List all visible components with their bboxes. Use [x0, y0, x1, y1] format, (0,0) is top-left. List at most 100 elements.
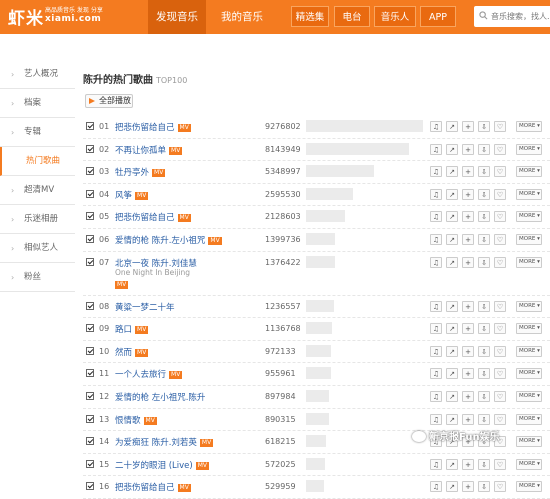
song-title-text[interactable]: 爱情的枪 左小祖咒.陈升	[115, 393, 205, 403]
download-icon[interactable]: ⇩	[478, 121, 490, 132]
song-title[interactable]: 不再让你孤单 MV	[115, 144, 183, 156]
download-icon[interactable]: ⇩	[478, 256, 490, 268]
share-icon[interactable]: ↗	[446, 166, 458, 178]
download-icon[interactable]: ⇩	[478, 368, 490, 380]
more-button[interactable]: MORE ▾	[516, 256, 542, 268]
share-icon[interactable]: ↗	[446, 256, 458, 268]
add-icon[interactable]: +	[462, 413, 474, 425]
mv-badge[interactable]: MV	[152, 169, 166, 178]
song-checkbox[interactable]	[86, 257, 94, 266]
sidebar-item[interactable]: › 档案	[0, 89, 75, 118]
song-checkbox[interactable]	[86, 437, 94, 446]
song-title-text[interactable]: 把悲伤留给自己	[115, 483, 175, 493]
song-checkbox[interactable]	[86, 212, 94, 221]
add-icon[interactable]: +	[462, 143, 474, 155]
sidebar-item[interactable]: ›热门歌曲	[0, 147, 75, 176]
more-button[interactable]: MORE ▾	[516, 345, 542, 357]
add-icon[interactable]: +	[462, 300, 474, 312]
headphone-icon[interactable]: ♫	[430, 458, 442, 470]
more-button[interactable]: MORE ▾	[516, 300, 542, 312]
song-title[interactable]: 把悲伤留给自己 MV	[115, 481, 191, 493]
headphone-icon[interactable]: ♫	[430, 413, 442, 425]
download-icon[interactable]: ⇩	[478, 166, 490, 178]
nav-app[interactable]: APP	[420, 6, 456, 27]
download-icon[interactable]: ⇩	[478, 413, 490, 425]
mv-badge[interactable]: MV	[177, 124, 191, 132]
more-button[interactable]: MORE ▾	[516, 481, 542, 493]
headphone-icon[interactable]: ♫	[430, 368, 442, 380]
song-title[interactable]: 恨情歌 MV	[115, 414, 157, 426]
song-checkbox[interactable]	[86, 369, 94, 378]
song-title[interactable]: 然而 MV	[115, 346, 149, 358]
download-icon[interactable]: ⇩	[478, 323, 490, 335]
song-title[interactable]: 牡丹亭外 MV	[115, 166, 166, 178]
collect-icon[interactable]: ♡	[494, 458, 506, 470]
headphone-icon[interactable]: ♫	[430, 188, 442, 200]
mv-badge[interactable]: MV	[135, 326, 149, 335]
share-icon[interactable]: ↗	[446, 300, 458, 312]
share-icon[interactable]: ↗	[446, 323, 458, 335]
nav-radio[interactable]: 电台	[334, 6, 370, 27]
add-icon[interactable]: +	[462, 188, 474, 200]
more-button[interactable]: MORE ▾	[516, 390, 542, 402]
song-checkbox[interactable]	[86, 301, 94, 310]
download-icon[interactable]: ⇩	[478, 233, 490, 245]
collect-icon[interactable]: ♡	[494, 481, 506, 493]
song-checkbox[interactable]	[86, 346, 94, 355]
song-title[interactable]: 二十岁的眼泪 (Live) MV	[115, 459, 209, 471]
collect-icon[interactable]: ♡	[494, 166, 506, 178]
song-title-text[interactable]: 把悲伤留给自己	[115, 213, 175, 223]
add-icon[interactable]: +	[462, 233, 474, 245]
mv-badge[interactable]: MV	[135, 348, 149, 357]
collect-icon[interactable]: ♡	[494, 323, 506, 335]
collect-icon[interactable]: ♡	[494, 413, 506, 425]
song-checkbox[interactable]	[86, 459, 94, 468]
song-title-text[interactable]: 把悲伤留给自己	[115, 123, 175, 133]
share-icon[interactable]: ↗	[446, 233, 458, 245]
song-title[interactable]: 爱情的枪 左小祖咒.陈升	[115, 391, 205, 403]
search-input[interactable]	[491, 6, 550, 27]
share-icon[interactable]: ↗	[446, 368, 458, 380]
sidebar-item[interactable]: › 粉丝	[0, 263, 75, 292]
add-icon[interactable]: +	[462, 121, 474, 132]
mv-badge[interactable]: MV	[169, 371, 183, 380]
download-icon[interactable]: ⇩	[478, 481, 490, 493]
collect-icon[interactable]: ♡	[494, 211, 506, 223]
song-title[interactable]: 路口 MV	[115, 323, 149, 335]
collect-icon[interactable]: ♡	[494, 143, 506, 155]
headphone-icon[interactable]: ♫	[430, 390, 442, 402]
more-button[interactable]: MORE ▾	[516, 211, 542, 223]
download-icon[interactable]: ⇩	[478, 188, 490, 200]
download-icon[interactable]: ⇩	[478, 211, 490, 223]
song-title[interactable]: 黄粱一梦二十年	[115, 301, 175, 313]
headphone-icon[interactable]: ♫	[430, 121, 442, 132]
mv-badge[interactable]: MV	[115, 280, 129, 289]
add-icon[interactable]: +	[462, 368, 474, 380]
song-title[interactable]: 为爱痴狂 陈升.刘若英 MV	[115, 436, 214, 448]
download-icon[interactable]: ⇩	[478, 458, 490, 470]
song-checkbox[interactable]	[86, 234, 94, 243]
xiami-logo[interactable]: 虾米 高品质音乐 发现 分享 xiami.com	[8, 4, 103, 29]
sidebar-item[interactable]: › 超清MV	[0, 176, 75, 205]
more-button[interactable]: MORE ▾	[516, 188, 542, 200]
add-icon[interactable]: +	[462, 458, 474, 470]
add-icon[interactable]: +	[462, 323, 474, 335]
song-title-text[interactable]: 牡丹亭外	[115, 168, 149, 178]
song-title-text[interactable]: 一个人去旅行	[115, 370, 166, 380]
more-button[interactable]: MORE ▾	[516, 458, 542, 470]
nav-musicians[interactable]: 音乐人	[374, 6, 416, 27]
share-icon[interactable]: ↗	[446, 413, 458, 425]
more-button[interactable]: MORE ▾	[516, 323, 542, 335]
nav-discover-music[interactable]: 发现音乐	[148, 0, 206, 34]
headphone-icon[interactable]: ♫	[430, 345, 442, 357]
collect-icon[interactable]: ♡	[494, 121, 506, 132]
share-icon[interactable]: ↗	[446, 345, 458, 357]
song-title-text[interactable]: 风筝	[115, 191, 132, 201]
more-button[interactable]: MORE ▾	[516, 436, 542, 448]
mv-badge[interactable]: MV	[177, 484, 191, 493]
collect-icon[interactable]: ♡	[494, 256, 506, 268]
more-button[interactable]: MORE ▾	[516, 166, 542, 178]
sidebar-item[interactable]: › 乐迷相册	[0, 205, 75, 234]
song-checkbox[interactable]	[86, 414, 94, 423]
sidebar-item[interactable]: › 艺人概况	[0, 60, 75, 89]
